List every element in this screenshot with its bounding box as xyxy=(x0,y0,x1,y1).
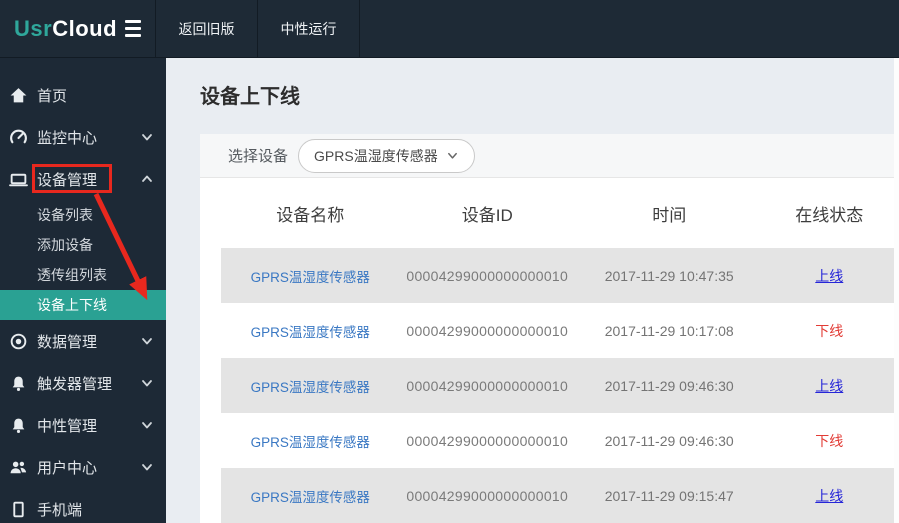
device-id-cell: 00004299000000000010 xyxy=(399,248,575,303)
app-logo[interactable]: UsrCloud xyxy=(14,16,117,42)
target-icon xyxy=(9,332,28,351)
device-id-cell: 00004299000000000010 xyxy=(406,432,569,449)
filter-bar: 选择设备 GPRS温湿度传感器 xyxy=(200,134,899,178)
device-log-table-wrap: 设备名称 设备ID 时间 在线状态 GPRS温湿度传感器 00004299000… xyxy=(200,178,899,523)
hamburger-menu-icon[interactable] xyxy=(125,20,141,37)
main-content: 设备上下线 选择设备 GPRS温湿度传感器 设备名称 设备ID 时间 在线状态 xyxy=(166,58,899,523)
sidebar-item-label: 数据管理 xyxy=(37,333,98,351)
column-header-online-status: 在线状态 xyxy=(795,205,864,225)
status-link[interactable]: 下线 xyxy=(815,323,843,339)
time-cell: 2017-11-29 10:17:08 xyxy=(604,322,734,339)
sidebar-item-trigger-management[interactable]: 触发器管理 xyxy=(0,362,166,404)
column-header-device-id: 设备ID xyxy=(461,205,513,225)
content-card: 选择设备 GPRS温湿度传感器 设备名称 设备ID 时间 在线状态 GPRS温湿… xyxy=(200,134,899,523)
brand-area: UsrCloud xyxy=(0,0,156,57)
time-cell: 2017-11-29 09:46:30 xyxy=(604,432,734,449)
status-link[interactable]: 上线 xyxy=(815,488,843,504)
sidebar-item-label: 设备管理 xyxy=(37,171,98,189)
logo-part-usr: Usr xyxy=(14,15,53,41)
chevron-down-icon xyxy=(140,460,154,474)
device-id-cell: 00004299000000000010 xyxy=(399,468,575,523)
sidebar-item-label: 用户中心 xyxy=(37,459,98,477)
sidebar-item-label: 中性管理 xyxy=(37,417,98,435)
sidebar-item-monitor-center[interactable]: 监控中心 xyxy=(0,116,166,158)
device-log-table: 设备名称 设备ID 时间 在线状态 GPRS温湿度传感器 00004299000… xyxy=(221,178,895,523)
sidebar-item-label: 首页 xyxy=(37,87,68,105)
time-cell: 2017-11-29 09:15:47 xyxy=(574,468,764,523)
device-select-dropdown[interactable]: GPRS温湿度传感器 xyxy=(298,138,475,173)
device-name-link[interactable]: GPRS温湿度传感器 xyxy=(251,490,370,505)
gauge-icon xyxy=(9,128,28,147)
sidebar: 首页 监控中心 设备管理 设备列表 添加设备 透传组列表 设备上下线 数据管理 xyxy=(0,58,166,523)
device-name-link[interactable]: GPRS温湿度传感器 xyxy=(251,270,370,285)
sidebar-item-user-center[interactable]: 用户中心 xyxy=(0,446,166,488)
column-header-time: 时间 xyxy=(652,205,687,225)
topbar-item-return-old-version[interactable]: 返回旧版 xyxy=(156,0,258,57)
time-cell: 2017-11-29 10:47:35 xyxy=(574,248,764,303)
sidebar-item-label: 监控中心 xyxy=(37,129,98,147)
chevron-up-icon xyxy=(140,172,154,186)
phone-icon xyxy=(9,500,28,519)
table-row: GPRS温湿度传感器 00004299000000000010 2017-11-… xyxy=(221,468,895,523)
users-icon xyxy=(9,458,28,477)
table-header-row: 设备名称 设备ID 时间 在线状态 xyxy=(221,178,895,248)
table-row: GPRS温湿度传感器 00004299000000000010 2017-11-… xyxy=(221,413,895,468)
time-cell: 2017-11-29 09:46:30 xyxy=(574,358,764,413)
table-row: GPRS温湿度传感器 00004299000000000010 2017-11-… xyxy=(221,248,895,303)
laptop-icon xyxy=(9,170,28,189)
page-title: 设备上下线 xyxy=(200,86,300,108)
status-link[interactable]: 上线 xyxy=(815,268,843,284)
chevron-down-icon xyxy=(140,334,154,348)
sidebar-subitem-transparent-group-list[interactable]: 透传组列表 xyxy=(0,260,166,290)
device-select-value: GPRS温湿度传感器 xyxy=(314,147,438,164)
chevron-down-icon xyxy=(140,376,154,390)
device-name-link[interactable]: GPRS温湿度传感器 xyxy=(251,435,370,450)
sidebar-item-device-management[interactable]: 设备管理 xyxy=(0,158,166,200)
device-id-cell: 00004299000000000010 xyxy=(406,322,569,339)
topbar: UsrCloud 返回旧版 中性运行 xyxy=(0,0,899,58)
sidebar-item-home[interactable]: 首页 xyxy=(0,74,166,116)
sidebar-subitem-add-device[interactable]: 添加设备 xyxy=(0,230,166,260)
bell-icon xyxy=(9,374,28,393)
column-header-device-name: 设备名称 xyxy=(276,205,345,225)
sidebar-item-label: 触发器管理 xyxy=(37,375,113,393)
device-name-link[interactable]: GPRS温湿度传感器 xyxy=(251,325,370,340)
home-icon xyxy=(9,86,28,105)
status-link[interactable]: 下线 xyxy=(815,433,843,449)
sidebar-subitem-device-list[interactable]: 设备列表 xyxy=(0,200,166,230)
table-row: GPRS温湿度传感器 00004299000000000010 2017-11-… xyxy=(221,303,895,358)
sidebar-subitem-device-online-offline[interactable]: 设备上下线 xyxy=(0,290,166,320)
table-row: GPRS温湿度传感器 00004299000000000010 2017-11-… xyxy=(221,358,895,413)
sidebar-item-label: 手机端 xyxy=(37,501,83,519)
device-id-cell: 00004299000000000010 xyxy=(399,358,575,413)
logo-part-cloud: Cloud xyxy=(52,15,118,41)
sidebar-item-neutral-management[interactable]: 中性管理 xyxy=(0,404,166,446)
chevron-down-icon xyxy=(140,418,154,432)
scrollbar-track[interactable] xyxy=(894,58,899,523)
status-link[interactable]: 上线 xyxy=(815,378,843,394)
select-device-label: 选择设备 xyxy=(228,148,289,165)
device-name-link[interactable]: GPRS温湿度传感器 xyxy=(251,380,370,395)
chevron-down-icon xyxy=(140,130,154,144)
bell-icon xyxy=(9,416,28,435)
sidebar-item-data-management[interactable]: 数据管理 xyxy=(0,320,166,362)
chevron-down-icon xyxy=(447,152,457,159)
sidebar-item-mobile[interactable]: 手机端 xyxy=(0,488,166,523)
topbar-item-neutral-run[interactable]: 中性运行 xyxy=(258,0,360,57)
